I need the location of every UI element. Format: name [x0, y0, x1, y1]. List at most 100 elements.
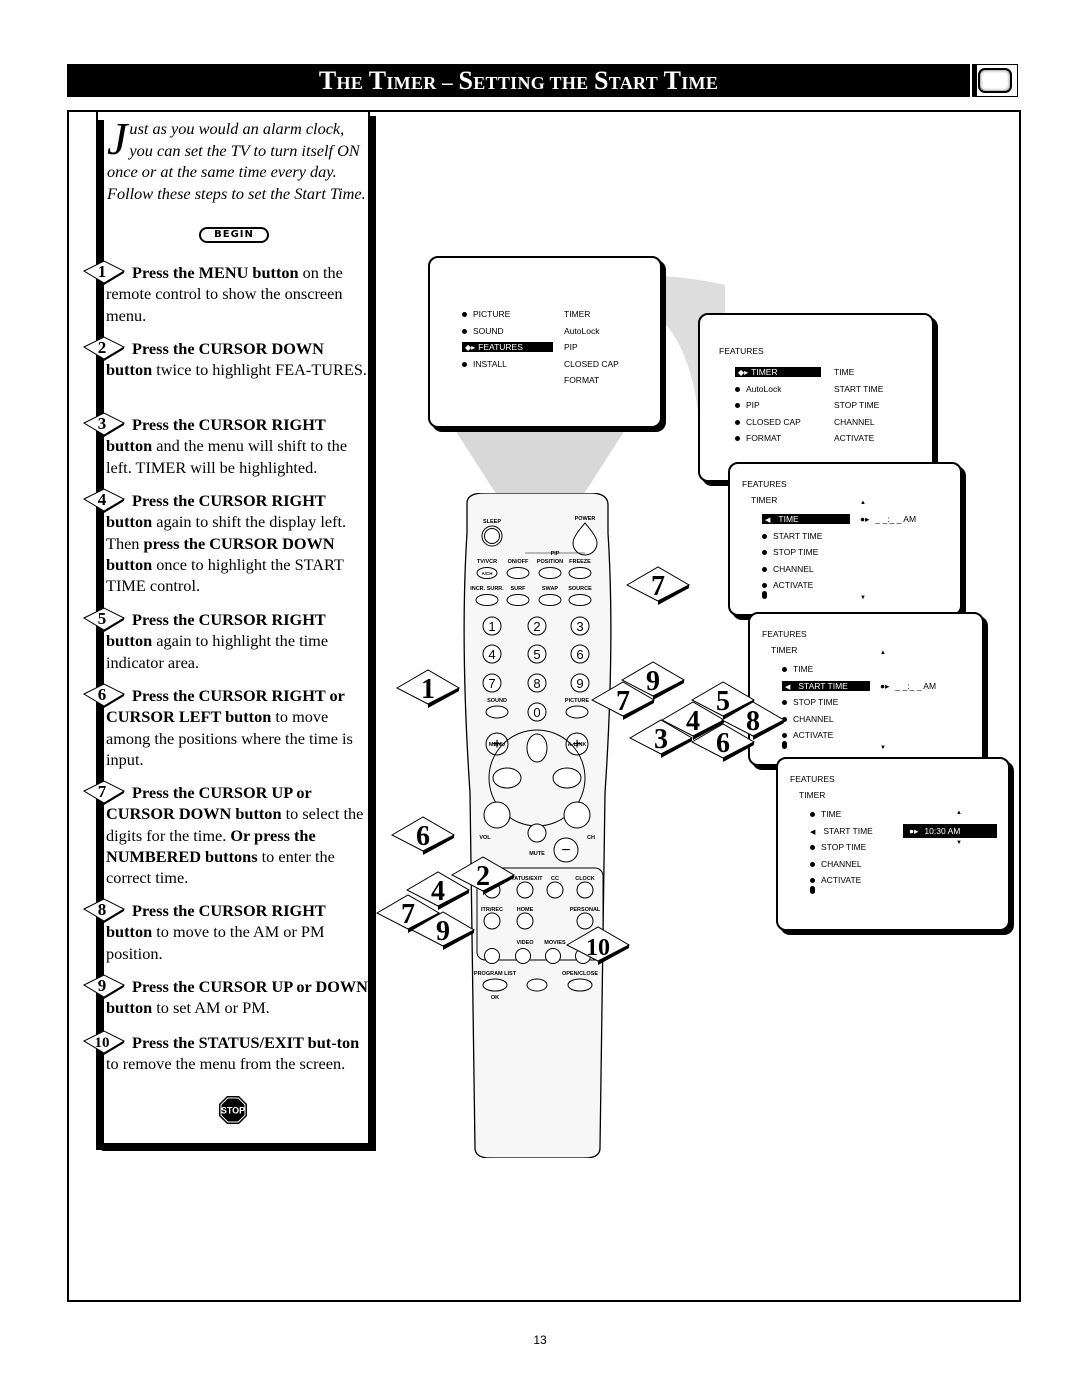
- screen-subtitle: TIMER: [799, 790, 826, 800]
- timer-item: CHANNEL: [810, 859, 862, 869]
- digit-0-button: 0: [533, 705, 540, 720]
- remote-label: CH: [587, 835, 595, 841]
- callout-step-9: 9: [620, 661, 686, 700]
- bullet-icon: [810, 861, 815, 867]
- menu-item: FORMAT: [735, 433, 781, 443]
- screen-timer-start: FEATURES TIMER TIME ◀ START TIME STOP TIME CHA…: [748, 612, 984, 766]
- cursor-left-icon: ◀: [810, 828, 816, 836]
- remote-label: CLOCK: [575, 876, 595, 882]
- callout-step-7: 7: [625, 566, 691, 605]
- submenu-item: START TIME: [834, 383, 884, 394]
- remote-label: ON/OFF: [508, 559, 529, 565]
- remote-label: SOURCE: [568, 586, 592, 592]
- svg-text:2: 2: [476, 861, 490, 892]
- screen-features-menu: FEATURES ◆▸ TIMER AutoLock PIP CLOSED CAP FORM…: [698, 313, 934, 482]
- bullet-icon: [462, 312, 467, 318]
- screen-title: FEATURES: [762, 629, 807, 639]
- callout-step-6: 6: [390, 816, 456, 855]
- step-number-diamond-icon: 6: [82, 683, 126, 708]
- scroll-indicator: [782, 740, 787, 751]
- submenu-item: STOP TIME: [834, 400, 880, 410]
- remote-label: SOUND: [487, 698, 507, 704]
- timer-item: STOP TIME: [810, 842, 866, 852]
- step-number: 6: [98, 685, 107, 704]
- dropcap: J: [107, 113, 128, 164]
- step-number-diamond-icon: 5: [82, 607, 126, 632]
- step-5: 5 Press the CURSOR RIGHT button again to …: [82, 607, 368, 673]
- digit-2-button: 2: [533, 619, 540, 634]
- step-8: 8 Press the CURSOR RIGHT button to move t…: [82, 898, 368, 964]
- remote-label: PERSONAL: [570, 907, 601, 913]
- screen-subtitle: TIMER: [751, 495, 778, 505]
- remote-label: MOVIES: [544, 940, 566, 946]
- bullet-icon: [735, 436, 740, 442]
- digit-8-button: 8: [533, 676, 540, 691]
- remote-label: PROGRAM LIST: [474, 971, 517, 977]
- remote-label: CC: [551, 876, 559, 882]
- step-number: 3: [98, 414, 107, 433]
- menu-item: CLOSED CAP: [735, 417, 801, 427]
- step-number: 5: [98, 609, 107, 628]
- step-9: 9 Press the CURSOR UP or DOWN button to s…: [82, 974, 368, 1019]
- intro-paragraph: Just as you would an alarm clock, you ca…: [107, 113, 369, 204]
- step-7: 7 Press the CURSOR UP or CURSOR DOWN butt…: [82, 780, 368, 888]
- step-rest: to remove the menu from the screen.: [106, 1054, 346, 1074]
- screen-timer-time: FEATURES TIMER ◀ TIME START TIME STOP TIME CHA…: [728, 462, 962, 616]
- submenu-item: CHANNEL: [834, 416, 875, 427]
- remote-label: POSITION: [537, 559, 563, 565]
- callout-step-1: 1: [395, 669, 461, 708]
- timer-item: TIME: [782, 664, 813, 674]
- timer-item: TIME: [810, 809, 841, 819]
- step-number: 7: [98, 782, 107, 801]
- stop-label: STOP: [221, 1106, 245, 1116]
- svg-text:7: 7: [651, 571, 665, 602]
- screen-title: FEATURES: [719, 346, 764, 356]
- remote-label: TV/VCR: [477, 559, 497, 565]
- digit-3-button: 3: [576, 619, 583, 634]
- pip-label: PIP: [551, 551, 560, 557]
- screen-title: FEATURES: [790, 774, 835, 784]
- submenu-item: ACTIVATE: [834, 433, 875, 443]
- cursor-lr-icon: ●▸: [860, 514, 870, 524]
- cursor-left-icon: ◀: [765, 517, 771, 524]
- digit-9-button: 9: [576, 676, 583, 691]
- remote-label: OK: [491, 995, 499, 1001]
- remote-label: MUTE: [529, 851, 545, 857]
- arrow-up-icon: ▲: [956, 809, 962, 816]
- callout-step-9: 9: [410, 911, 476, 950]
- power-label: POWER: [575, 516, 596, 522]
- timer-item: ACTIVATE: [782, 730, 833, 740]
- bullet-icon: [735, 419, 740, 425]
- submenu-item: AutoLock: [564, 325, 600, 336]
- submenu-item: TIME: [834, 367, 855, 377]
- step-number-diamond-icon: 7: [82, 780, 126, 805]
- menu-item: PIP: [735, 400, 760, 410]
- svg-text:9: 9: [646, 666, 660, 697]
- bullet-icon: [810, 812, 815, 818]
- step-number: 8: [98, 900, 107, 919]
- remote-label: SURF: [511, 586, 527, 592]
- remote-label: OPEN/CLOSE: [562, 971, 598, 977]
- arrow-up-icon: ▲: [860, 500, 866, 506]
- step-number: 4: [98, 490, 107, 509]
- cursor-left-icon: ◀: [785, 683, 791, 691]
- remote-label: A/CH: [482, 571, 493, 576]
- timer-item: ◀ START TIME: [782, 680, 870, 691]
- step-bold: Press the MENU button: [132, 263, 299, 282]
- svg-text:1: 1: [421, 674, 435, 705]
- step-1: 1 Press the MENU button on the remote con…: [82, 260, 368, 326]
- time-value: ●▸ 10:30 AM: [903, 823, 997, 838]
- svg-text:10: 10: [586, 935, 610, 961]
- submenu-item: CLOSED CAP: [564, 358, 619, 369]
- step-2: 2 Press the CURSOR DOWN button twice to h…: [82, 336, 368, 381]
- cursor-lr-icon: ●▸: [880, 680, 890, 691]
- scroll-indicator: [810, 885, 815, 896]
- step-4: 4 Press the CURSOR RIGHT button again to …: [82, 488, 368, 596]
- arrow-up-icon: ▲: [880, 650, 886, 656]
- scroll-indicator: [762, 590, 767, 601]
- tv-screen-icon: [972, 64, 1018, 97]
- menu-item-sound: SOUND: [462, 326, 504, 336]
- bullet-icon: [462, 361, 467, 367]
- timer-item: ACTIVATE: [810, 875, 861, 885]
- cursor-updown-icon: ◆▸: [738, 368, 749, 377]
